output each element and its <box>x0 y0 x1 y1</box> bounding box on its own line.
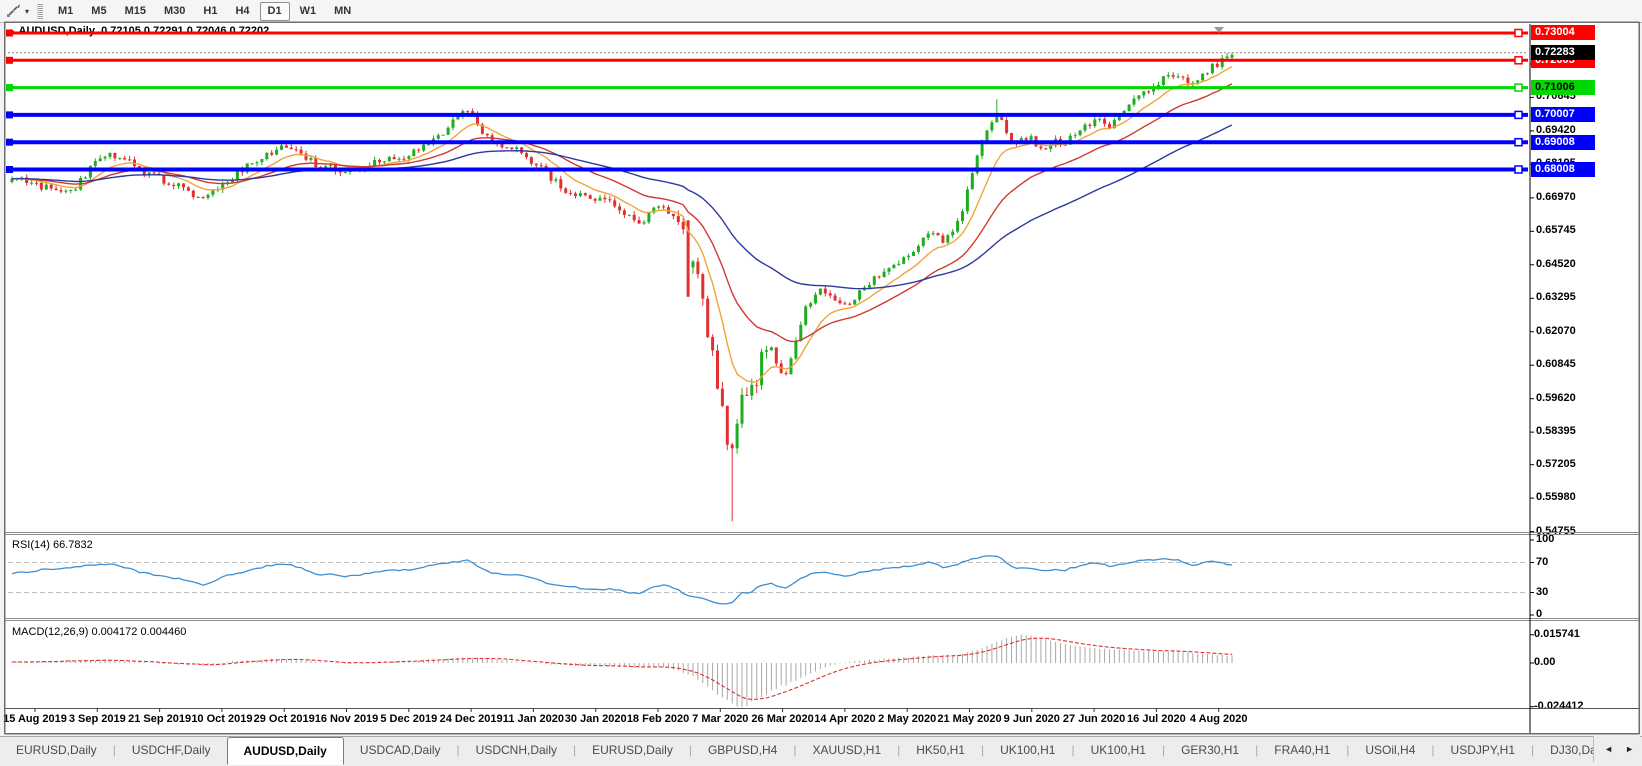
timeframe-button-w1[interactable]: W1 <box>292 2 325 21</box>
tab-usoil-h4[interactable]: USOil,H4 <box>1349 737 1431 763</box>
tab-scroll-right-icon[interactable]: ► <box>1619 741 1640 757</box>
tab-gbpusd-h4[interactable]: GBPUSD,H4 <box>692 737 793 763</box>
tab-audusd-daily[interactable]: AUDUSD,Daily <box>227 737 344 765</box>
tab-eurusd-daily[interactable]: EURUSD,Daily <box>576 737 689 763</box>
cursor-tool-icon <box>6 4 22 18</box>
timeframe-button-m15[interactable]: M15 <box>117 2 154 21</box>
timeframe-button-m1[interactable]: M1 <box>50 2 81 21</box>
chart-area[interactable] <box>4 22 1640 734</box>
timeframe-button-m5[interactable]: M5 <box>83 2 114 21</box>
tab-fra40-h1[interactable]: FRA40,H1 <box>1258 737 1346 763</box>
tab-usdcad-daily[interactable]: USDCAD,Daily <box>344 737 457 763</box>
timeframe-button-d1[interactable]: D1 <box>260 2 290 21</box>
tab-scroll-arrows: ◄ ► <box>1593 736 1640 762</box>
timeframe-button-mn[interactable]: MN <box>326 2 359 21</box>
tab-ger30-h1[interactable]: GER30,H1 <box>1165 737 1255 763</box>
toolbar-grip[interactable] <box>37 3 43 19</box>
tab-usdchf-daily[interactable]: USDCHF,Daily <box>116 737 227 763</box>
tab-xauusd-h1[interactable]: XAUUSD,H1 <box>796 737 897 763</box>
mt4-window: ▾ M1M5M15M30H1H4D1W1MN ▸AUDUSD,Daily 0.7… <box>0 0 1642 766</box>
tab-uk100-h1[interactable]: UK100,H1 <box>1075 737 1162 763</box>
timeframe-buttons: M1M5M15M30H1H4D1W1MN <box>49 2 360 21</box>
dropdown-caret-icon: ▾ <box>25 7 29 16</box>
tab-eurusd-daily[interactable]: EURUSD,Daily <box>0 737 113 763</box>
tab-scroll-left-icon[interactable]: ◄ <box>1598 741 1619 757</box>
timeframe-button-m30[interactable]: M30 <box>156 2 193 21</box>
toolbar: ▾ M1M5M15M30H1H4D1W1MN <box>0 0 1642 23</box>
tab-uk100-h1[interactable]: UK100,H1 <box>984 737 1071 763</box>
timeframe-button-h4[interactable]: H4 <box>227 2 257 21</box>
tab-usdjpy-h1[interactable]: USDJPY,H1 <box>1435 737 1531 763</box>
timeframe-button-h1[interactable]: H1 <box>195 2 225 21</box>
cursor-tool-button[interactable]: ▾ <box>2 1 33 21</box>
tab-hk50-h1[interactable]: HK50,H1 <box>900 737 981 763</box>
chart-tabs-bar: EURUSD,Daily|USDCHF,DailyAUDUSD,DailyUSD… <box>0 736 1642 766</box>
tab-usdcnh-daily[interactable]: USDCNH,Daily <box>460 737 573 763</box>
